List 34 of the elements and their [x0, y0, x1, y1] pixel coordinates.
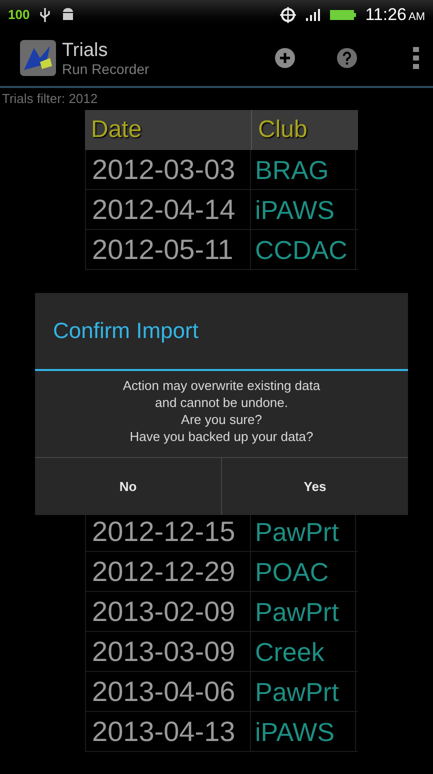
overflow-menu-icon[interactable] [413, 47, 419, 69]
club-cell: PawPrt [251, 672, 356, 711]
date-cell: 2013-04-13 [85, 712, 251, 751]
gps-icon [279, 6, 298, 24]
app-logo-icon[interactable] [20, 40, 56, 76]
clock-suffix: AM [408, 10, 425, 26]
club-cell: iPAWS [251, 712, 356, 751]
date-cell: 2012-03-03 [85, 150, 251, 189]
club-cell: BRAG [251, 150, 356, 189]
date-cell: 2013-04-06 [85, 672, 251, 711]
club-cell: PawPrt [251, 592, 356, 631]
battery-icon [329, 8, 358, 22]
club-cell: iPAWS [251, 190, 356, 229]
app-subtitle: Run Recorder [62, 62, 150, 76]
usb-icon [38, 7, 52, 23]
clock-time: 11:26 [365, 4, 406, 26]
club-cell: CCDAC [251, 230, 356, 269]
column-header: Date [90, 115, 143, 145]
date-cell: 2012-04-14 [85, 190, 251, 229]
date-cell: 2013-02-09 [85, 592, 251, 631]
date-cell: 2012-05-11 [85, 230, 251, 269]
date-cell: 2012-12-29 [85, 552, 251, 591]
battery-level-text: 100 [8, 6, 30, 24]
add-icon[interactable] [275, 48, 295, 68]
signal-icon [305, 8, 322, 22]
dialog-message: Action may overwrite existing data and cannot be undone. Are you sure? Have you backed up your data? [122, 377, 322, 446]
filter-label: Trials filter: 2012 [1, 90, 99, 108]
club-cell: Creek [251, 632, 356, 671]
club-cell: POAC [251, 552, 356, 591]
column-header: Club [251, 110, 358, 150]
dialog-title: Confirm Import [52, 317, 200, 345]
help-icon[interactable] [337, 48, 357, 68]
app-title: Trials [62, 40, 109, 60]
date-cell: 2013-03-09 [85, 632, 251, 671]
